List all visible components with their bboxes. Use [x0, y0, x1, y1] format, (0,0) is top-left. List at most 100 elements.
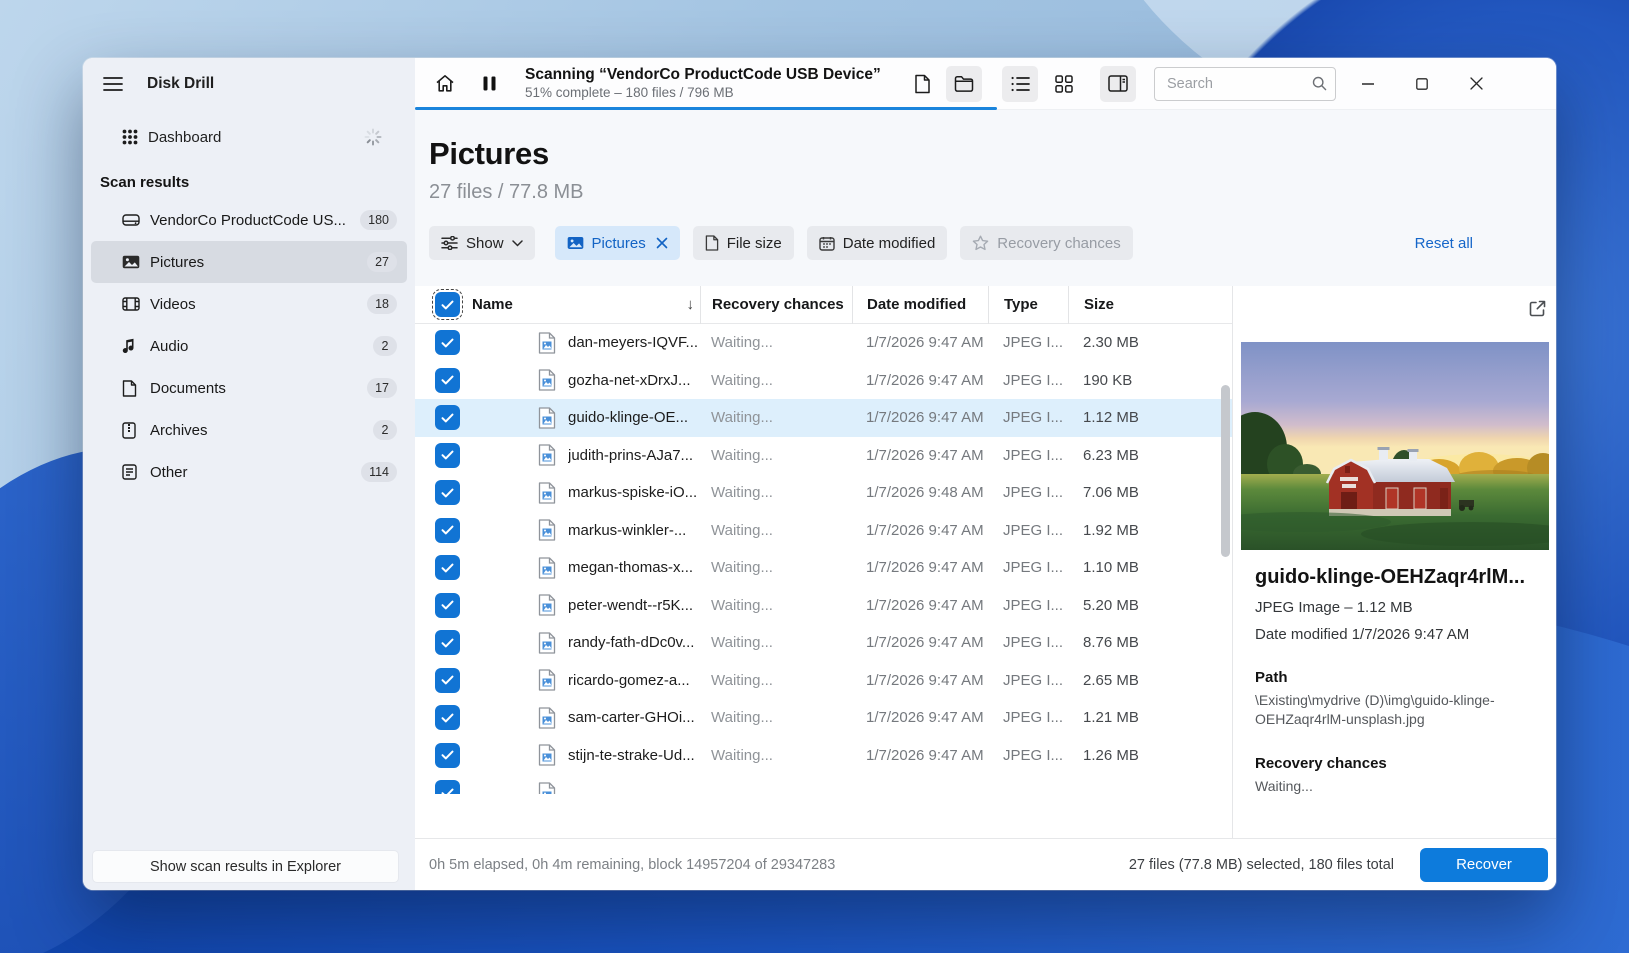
row-checkbox[interactable]	[435, 330, 460, 356]
filter-chip-file-size[interactable]: File size	[692, 226, 794, 260]
column-header-type[interactable]: Type	[988, 285, 1068, 324]
selection-summary: 27 files (77.8 MB) selected, 180 files t…	[1128, 856, 1394, 873]
row-checkbox[interactable]	[435, 555, 460, 581]
pause-scan-button[interactable]	[471, 66, 507, 102]
row-checkbox[interactable]	[435, 592, 460, 618]
filter-chip-label: File size	[726, 234, 782, 252]
row-checkbox[interactable]	[435, 742, 460, 768]
list-view-button[interactable]	[1002, 65, 1038, 102]
table-row[interactable]: judith-prins-AJa7... Waiting... 1/7/2026 9…	[415, 437, 1232, 475]
search-input[interactable]	[1154, 66, 1336, 101]
remove-filter-icon[interactable]	[656, 237, 668, 249]
file-size: 2.30 MB	[1083, 334, 1139, 352]
close-button[interactable]	[1456, 66, 1496, 102]
recover-button[interactable]: Recover	[1420, 847, 1548, 882]
jpeg-file-icon	[538, 744, 556, 766]
file-name: randy-fath-dDc0v...	[568, 634, 695, 652]
sidebar-item-pictures[interactable]: Pictures 27	[91, 241, 407, 283]
file-name: guido-klinge-OE...	[568, 409, 689, 427]
vertical-scrollbar[interactable]	[1221, 385, 1230, 557]
filter-chip-date-modified[interactable]: Date modified	[806, 226, 948, 260]
table-row[interactable]: markus-spiske-iO... Waiting... 1/7/2026 9:…	[415, 474, 1232, 512]
table-row[interactable]: guido-klinge-OE... Waiting... 1/7/2026 9:4…	[415, 399, 1232, 437]
row-checkbox[interactable]	[435, 517, 460, 543]
preview-panel-toggle-button[interactable]	[1100, 65, 1136, 102]
sidebar: Disk Drill Dashboard Scan results Vendor…	[83, 58, 415, 890]
preview-recovery-label: Recovery chances	[1255, 754, 1387, 772]
grid-view-button[interactable]	[1046, 66, 1082, 102]
row-checkbox[interactable]	[435, 667, 460, 693]
home-button[interactable]	[427, 66, 463, 102]
table-header: Name ↓ Recovery chances Date modified Ty…	[415, 285, 1232, 324]
pictures-icon	[122, 255, 140, 269]
table-row[interactable]: peter-wendt--r5K... Waiting... 1/7/2026 9:…	[415, 587, 1232, 625]
recovery-status: Waiting...	[711, 746, 773, 764]
table-row[interactable]: markus-winkler-... Waiting... 1/7/2026 9:4…	[415, 512, 1232, 550]
sidebar-item-vendorco-productcode-us[interactable]: VendorCo ProductCode US... 180	[91, 199, 407, 241]
hamburger-menu-icon[interactable]	[99, 70, 127, 98]
date-modified: 1/7/2026 9:47 AM	[866, 671, 984, 689]
sidebar-item-label: Other	[150, 463, 188, 481]
sidebar-item-documents[interactable]: Documents 17	[91, 367, 407, 409]
sidebar-item-archives[interactable]: Archives 2	[91, 409, 407, 451]
sidebar-item-videos[interactable]: Videos 18	[91, 283, 407, 325]
desktop: Disk Drill Dashboard Scan results Vendor…	[0, 0, 1629, 953]
row-checkbox[interactable]	[435, 367, 460, 393]
row-checkbox[interactable]	[435, 705, 460, 731]
row-checkbox[interactable]	[435, 630, 460, 656]
sidebar-item-other[interactable]: Other 114	[91, 451, 407, 493]
date-modified: 1/7/2026 9:48 AM	[866, 484, 984, 502]
window-controls	[1348, 66, 1496, 102]
table-row[interactable]: stijn-te-strake-Ud... Waiting... 1/7/2026 …	[415, 737, 1232, 775]
file-name: stijn-te-strake-Ud...	[568, 746, 695, 764]
select-all-checkbox[interactable]	[432, 289, 463, 320]
reset-all-link[interactable]: Reset all	[1415, 235, 1473, 252]
column-header-date[interactable]: Date modified	[852, 285, 988, 324]
dashboard-label: Dashboard	[148, 128, 222, 146]
date-modified: 1/7/2026 9:47 AM	[866, 334, 984, 352]
file-count-badge: 180	[360, 210, 397, 230]
sort-descending-icon[interactable]: ↓	[687, 296, 695, 313]
jpeg-file-icon	[538, 407, 556, 429]
table-row-partial[interactable]	[415, 774, 1232, 794]
filter-chip-pictures[interactable]: Pictures	[554, 226, 680, 260]
file-size: 5.20 MB	[1083, 596, 1139, 614]
preview-panel: guido-klinge-OEHZaqr4rlM... JPEG Image –…	[1232, 286, 1556, 838]
table-row[interactable]: sam-carter-GHOi... Waiting... 1/7/2026 9:4…	[415, 699, 1232, 737]
row-checkbox[interactable]	[435, 442, 460, 468]
file-count-badge: 18	[367, 294, 397, 314]
folder-view-button[interactable]	[946, 65, 982, 102]
file-type: JPEG I...	[1003, 371, 1064, 389]
column-header-recovery[interactable]: Recovery chances	[700, 285, 852, 324]
show-in-explorer-button[interactable]: Show scan results in Explorer	[93, 851, 398, 882]
show-filter-button[interactable]: Show	[429, 226, 535, 260]
file-view-button[interactable]	[904, 66, 940, 102]
recovery-status: Waiting...	[711, 521, 773, 539]
file-type: JPEG I...	[1003, 634, 1064, 652]
file-type: JPEG I...	[1003, 409, 1064, 427]
column-header-size[interactable]: Size	[1068, 285, 1232, 324]
row-checkbox[interactable]	[435, 405, 460, 431]
sidebar-item-audio[interactable]: Audio 2	[91, 325, 407, 367]
drive-icon	[122, 213, 140, 227]
date-modified: 1/7/2026 9:47 AM	[866, 709, 984, 727]
open-external-icon[interactable]	[1529, 300, 1546, 317]
maximize-button[interactable]	[1402, 66, 1442, 102]
doc-icon	[705, 235, 719, 251]
sidebar-item-dashboard[interactable]: Dashboard	[91, 118, 407, 156]
row-checkbox[interactable]	[435, 480, 460, 506]
table-row[interactable]: dan-meyers-IQVF... Waiting... 1/7/2026 9:4…	[415, 324, 1232, 362]
row-checkbox[interactable]	[435, 780, 460, 794]
file-size: 1.21 MB	[1083, 709, 1139, 727]
preview-filename: guido-klinge-OEHZaqr4rlM...	[1255, 566, 1526, 588]
archives-icon	[122, 421, 140, 439]
date-modified: 1/7/2026 9:47 AM	[866, 446, 984, 464]
column-header-name[interactable]: Name ↓	[460, 296, 700, 313]
table-row[interactable]: gozha-net-xDrxJ... Waiting... 1/7/2026 9:4…	[415, 362, 1232, 400]
table-row[interactable]: randy-fath-dDc0v... Waiting... 1/7/2026 9:…	[415, 624, 1232, 662]
minimize-button[interactable]	[1348, 66, 1388, 102]
scan-progress-bar	[415, 107, 997, 110]
table-row[interactable]: ricardo-gomez-a... Waiting... 1/7/2026 9:4…	[415, 662, 1232, 700]
table-row[interactable]: megan-thomas-x... Waiting... 1/7/2026 9:47…	[415, 549, 1232, 587]
documents-icon	[122, 379, 140, 397]
